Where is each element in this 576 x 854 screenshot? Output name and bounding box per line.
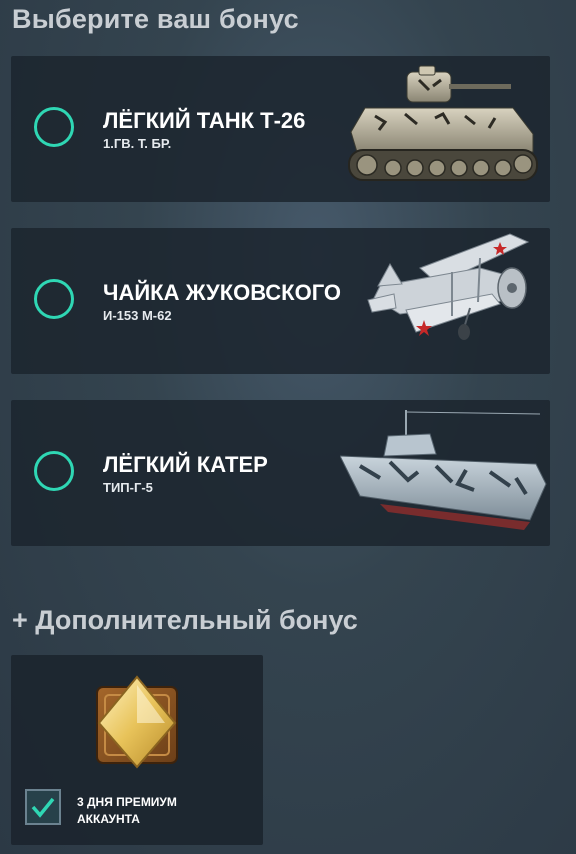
bonus-option-boat[interactable]: ЛЁГКИЙ КАТЕР ТИП-Г-5 — [11, 400, 550, 546]
premium-label-line1: 3 ДНЯ ПРЕМИУМ — [77, 795, 177, 809]
bonus-title: ЛЁГКИЙ КАТЕР — [103, 452, 268, 477]
page-title: Выберите ваш бонус — [12, 4, 299, 34]
bonus-option-tank[interactable]: ЛЁГКИЙ ТАНК Т-26 1.ГВ. Т. БР. — [11, 56, 550, 202]
radio-button-tank[interactable] — [34, 107, 74, 147]
premium-label-line2: АККАУНТА — [77, 812, 140, 826]
bonus-subtitle: ТИП-Г-5 — [103, 480, 153, 495]
biplane-image — [367, 233, 530, 340]
radio-button-boat[interactable] — [34, 451, 74, 491]
boat-image — [340, 410, 547, 530]
bonus-subtitle: И-153 М-62 — [103, 308, 172, 323]
bonus-subtitle: 1.ГВ. Т. БР. — [103, 136, 172, 151]
premium-checkbox[interactable] — [25, 789, 61, 825]
premium-diamond-icon — [96, 675, 178, 769]
bonus-title: ЧАЙКА ЖУКОВСКОГО — [103, 280, 342, 305]
bonus-option-plane[interactable]: ЧАЙКА ЖУКОВСКОГО И-153 М-62 — [11, 228, 550, 374]
bonus-title: ЛЁГКИЙ ТАНК Т-26 — [103, 108, 306, 133]
premium-label: 3 ДНЯ ПРЕМИУМ АККАУНТА — [77, 794, 247, 828]
extra-bonus-heading: + Дополнительный бонус — [12, 605, 358, 635]
tank-image — [348, 65, 538, 181]
checkmark-icon — [31, 797, 55, 818]
radio-button-plane[interactable] — [34, 279, 74, 319]
extra-bonus-card: 3 ДНЯ ПРЕМИУМ АККАУНТА — [11, 655, 263, 845]
